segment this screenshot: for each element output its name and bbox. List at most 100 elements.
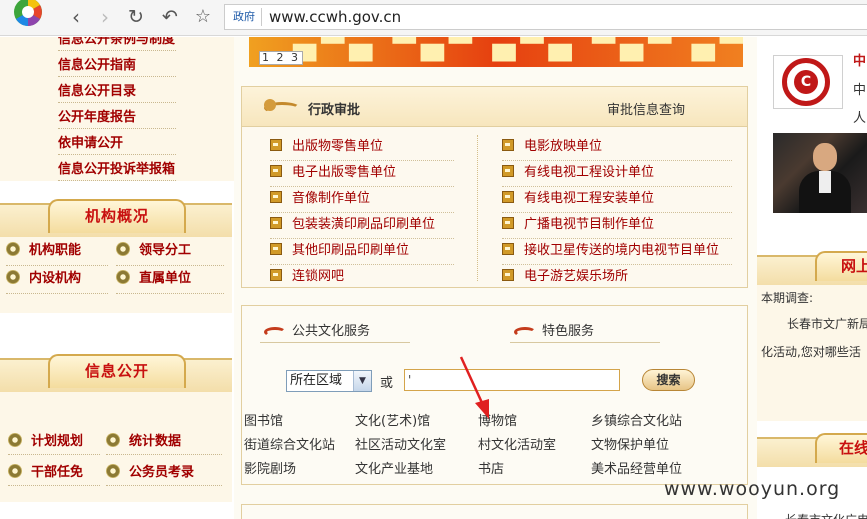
bullet-icon [8, 464, 22, 478]
divider [6, 293, 108, 294]
browser-logo-icon [14, 0, 42, 26]
link-info-catalog[interactable]: 信息公开目录 [58, 81, 176, 103]
url-text[interactable]: www.ccwh.gov.cn [269, 8, 401, 26]
search-button[interactable]: 搜索 [642, 369, 695, 391]
arrow-box-icon [270, 191, 282, 203]
link-info-regulations[interactable]: 信息公开条例与制度 [58, 37, 176, 51]
approval-title: 行政审批 [308, 103, 361, 118]
arrow-box-icon [502, 269, 514, 281]
link-annual-report[interactable]: 公开年度报告 [58, 107, 176, 129]
tab-featured-services[interactable]: 特色服务 [514, 320, 594, 339]
approval-item[interactable]: 接收卫星传送的境内电视节目单位 [502, 239, 732, 265]
survey-question: 化活动,您对哪些活 [761, 345, 861, 359]
column-divider [477, 135, 478, 281]
film-company-logo[interactable]: C [773, 55, 843, 109]
open-item-appointments[interactable]: 干部任免 [8, 463, 83, 483]
approval-item[interactable]: 电子游艺娱乐场所 [502, 265, 732, 291]
approval-item[interactable]: 音像制作单位 [270, 187, 454, 213]
open-item-statistics[interactable]: 统计数据 [106, 432, 181, 452]
org-panel-title: 机构概况 [48, 199, 186, 233]
tab-public-culture[interactable]: 公共文化服务 [264, 320, 370, 339]
open-item-plans[interactable]: 计划规划 [8, 432, 83, 452]
category-link[interactable]: 书店 [478, 458, 504, 477]
org-item-functions[interactable]: 机构职能 [6, 241, 81, 261]
category-link[interactable]: 文化产业基地 [355, 458, 433, 477]
news-photo[interactable] [773, 133, 867, 213]
org-item-affiliates[interactable]: 直属单位 [116, 269, 191, 289]
web-page: 信息公开条例与制度 信息公开指南 信息公开目录 公开年度报告 依申请公开 信息公… [0, 37, 867, 519]
approval-item[interactable]: 包装装潢印刷品印刷单位 [270, 213, 454, 239]
link-complaint-box[interactable]: 信息公开投诉举报箱 [58, 159, 176, 181]
swirl-ornament-icon [514, 327, 536, 337]
banner-slideshow[interactable]: ▄▀▄ ▀▄▀ ▄▀▄ ▀▄▀ ▄▀▄ 1 2 3 [249, 37, 743, 67]
arrow-box-icon [502, 191, 514, 203]
region-select[interactable]: 所在区域 ▼ [286, 370, 372, 392]
category-link[interactable]: 村文化活动室 [478, 434, 556, 453]
swirl-dot-icon [264, 99, 276, 111]
divider [116, 293, 224, 294]
keyword-search-input[interactable]: ' [404, 369, 620, 391]
approval-item[interactable]: 电子出版零售单位 [270, 161, 454, 187]
news-text: 人 [853, 111, 867, 126]
left-sidebar: 信息公开条例与制度 信息公开指南 信息公开目录 公开年度报告 依申请公开 信息公… [0, 37, 234, 519]
category-link[interactable]: 图书馆 [244, 410, 283, 429]
reload-icon[interactable]: ↻ [124, 6, 148, 28]
chevron-down-icon[interactable]: ▼ [353, 371, 371, 391]
info-disclosure-links: 信息公开条例与制度 信息公开指南 信息公开目录 公开年度报告 依申请公开 信息公… [0, 37, 234, 181]
category-link[interactable]: 乡镇综合文化站 [591, 410, 682, 429]
bullet-icon [6, 242, 20, 256]
category-link[interactable]: 社区活动文化室 [355, 434, 446, 453]
open-panel-body: 计划规划 统计数据 干部任免 公务员考录 [0, 392, 232, 502]
right-sidebar: C 中 中 人 网上 本期调查: 长春市文广新局 化活动,您对哪些活 在线 长春… [757, 37, 867, 519]
banner-graphic: ▄▀▄ ▀▄▀ ▄▀▄ ▀▄▀ ▄▀▄ [293, 37, 743, 62]
org-panel-body: 机构职能 领导分工 内设机构 直属单位 [0, 237, 232, 313]
category-link[interactable]: 文物保护单位 [591, 434, 669, 453]
divider [106, 485, 222, 486]
undo-close-icon[interactable]: ↶ [158, 6, 182, 28]
survey-panel-header: 网上 [757, 251, 867, 285]
online-panel-header: 在线 [757, 433, 867, 467]
link-apply-disclosure[interactable]: 依申请公开 [58, 133, 176, 155]
divider [116, 265, 224, 266]
link-info-guide[interactable]: 信息公开指南 [58, 55, 176, 77]
category-link[interactable]: 街道综合文化站 [244, 434, 335, 453]
tab-underline [260, 342, 410, 343]
bullet-icon [6, 270, 20, 284]
forward-icon[interactable]: › [93, 6, 117, 28]
approval-item[interactable]: 其他印刷品印刷单位 [270, 239, 454, 265]
annotation-arrow-icon [459, 356, 489, 419]
approval-item[interactable]: 电影放映单位 [502, 135, 732, 161]
approval-item[interactable]: 有线电视工程设计单位 [502, 161, 732, 187]
back-icon[interactable]: ‹ [64, 6, 88, 28]
banner-pager[interactable]: 1 2 3 [259, 51, 303, 65]
admin-approval-panel: 行政审批 审批信息查询 出版物零售单位 电子出版零售单位 音像制作单位 包装装潢… [241, 86, 748, 288]
category-link[interactable]: 文化(艺术)馆 [355, 410, 430, 429]
arrow-box-icon [270, 269, 282, 281]
category-link[interactable]: 美术品经营单位 [591, 458, 682, 477]
gov-site-tag: 政府 [229, 8, 262, 26]
main-content: ▄▀▄ ▀▄▀ ▄▀▄ ▀▄▀ ▄▀▄ 1 2 3 行政审批 审批信息查询 出版… [241, 37, 749, 519]
survey-panel-body: 本期调查: 长春市文广新局 化活动,您对哪些活 [757, 285, 867, 421]
bookmark-star-icon[interactable]: ☆ [191, 6, 215, 28]
arrow-box-icon [270, 217, 282, 229]
approval-item[interactable]: 连锁网吧 [270, 265, 454, 291]
online-panel-title: 在线 [815, 433, 867, 463]
news-headline[interactable]: 中 [853, 50, 866, 69]
bullet-icon [106, 464, 120, 478]
approval-query-link[interactable]: 审批信息查询 [607, 99, 685, 118]
divider [6, 265, 108, 266]
arrow-box-icon [270, 139, 282, 151]
approval-item[interactable]: 广播电视节目制作单位 [502, 213, 732, 239]
arrow-box-icon [270, 165, 282, 177]
category-link[interactable]: 影院剧场 [244, 458, 296, 477]
or-label: 或 [380, 376, 394, 391]
address-bar[interactable]: 政府 www.ccwh.gov.cn [224, 4, 867, 30]
approval-item[interactable]: 出版物零售单位 [270, 135, 454, 161]
approval-item[interactable]: 有线电视工程安装单位 [502, 187, 732, 213]
open-item-civil-exam[interactable]: 公务员考录 [106, 463, 194, 483]
org-item-departments[interactable]: 内设机构 [6, 269, 81, 289]
org-item-leaders[interactable]: 领导分工 [116, 241, 191, 261]
divider [8, 485, 100, 486]
open-panel-header: 信息公开 [0, 354, 232, 392]
next-panel-edge [241, 504, 748, 519]
